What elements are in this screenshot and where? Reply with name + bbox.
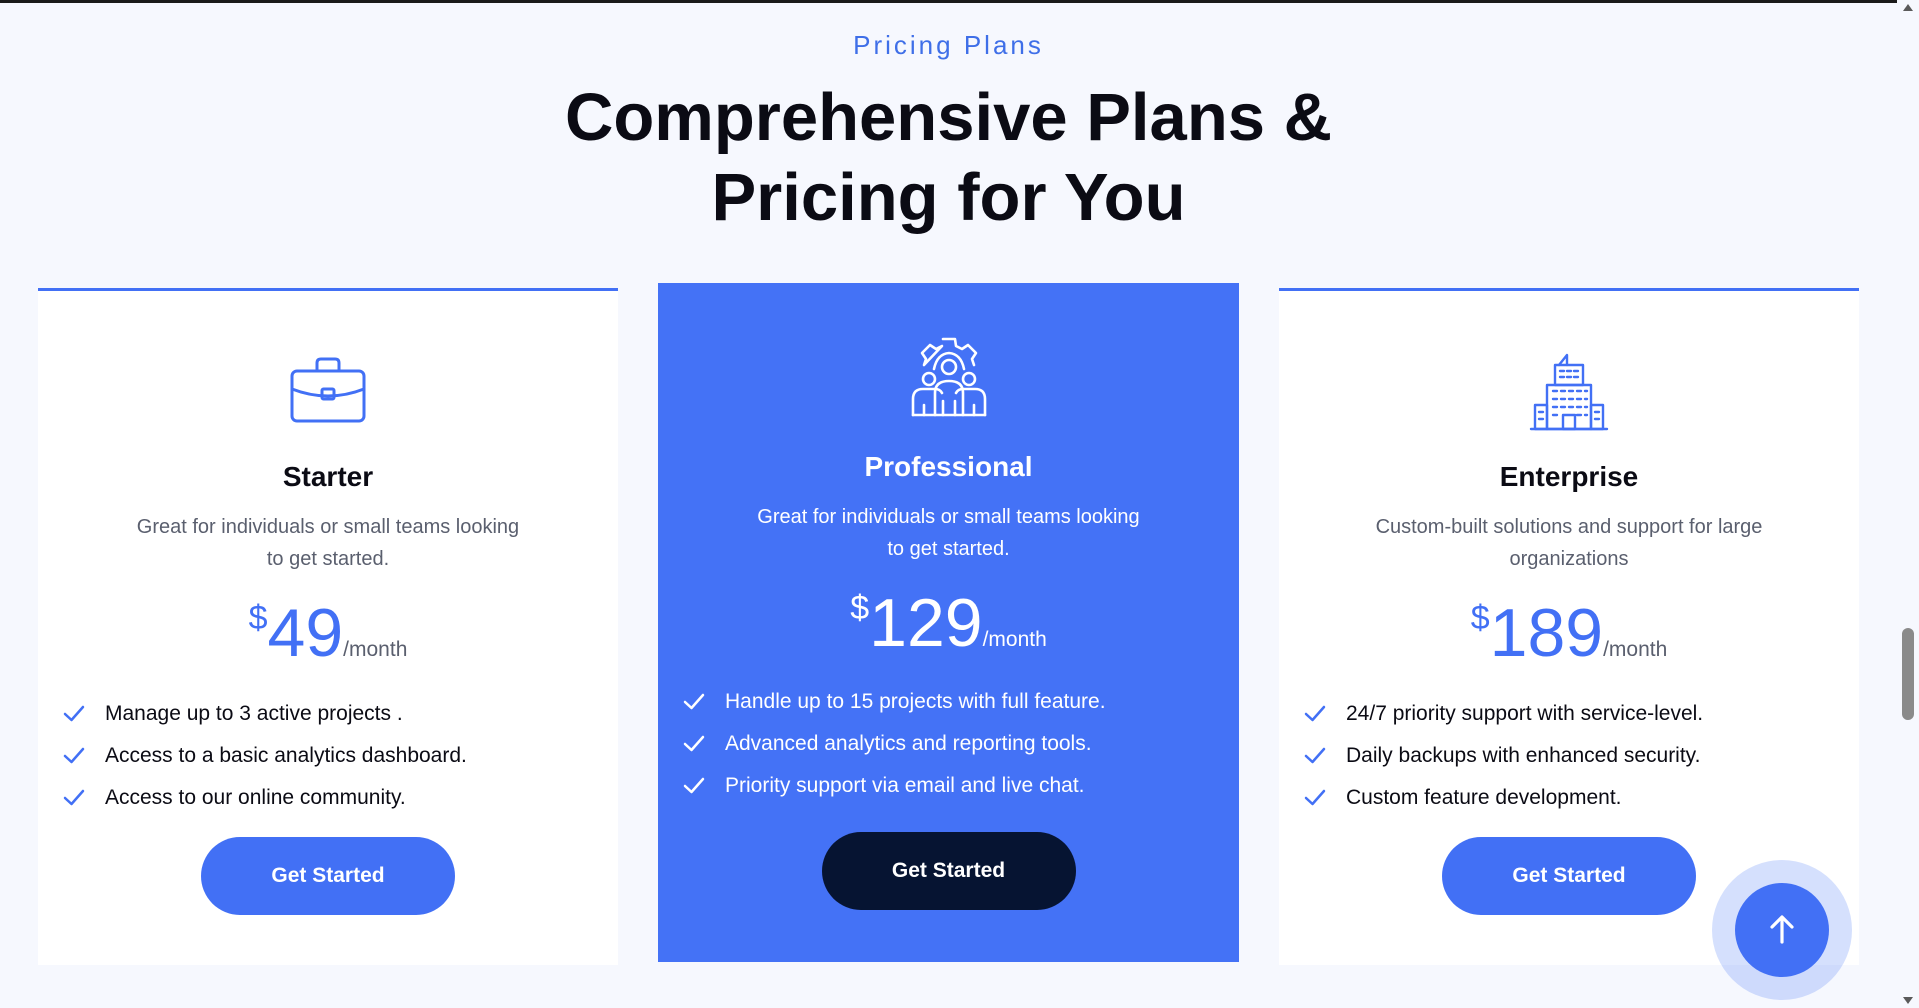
get-started-button-starter[interactable]: Get Started xyxy=(201,837,455,915)
plan-title: Professional xyxy=(864,451,1033,482)
feature-item: Priority support via email and live chat… xyxy=(683,765,1219,807)
get-started-button-enterprise[interactable]: Get Started xyxy=(1442,837,1696,915)
price-period: /month xyxy=(982,628,1047,651)
pricing-section: Pricing Plans Comprehensive Plans & Pric… xyxy=(0,0,1897,1008)
feature-text: Daily backups with enhanced security. xyxy=(1346,744,1701,767)
briefcase-icon xyxy=(290,357,366,423)
feature-list: 24/7 priority support with service-level… xyxy=(1304,693,1839,819)
feature-text: Access to a basic analytics dashboard. xyxy=(105,744,467,767)
heading-line-2: Pricing for You xyxy=(711,160,1186,235)
check-icon xyxy=(63,705,85,722)
feature-text: Custom feature development. xyxy=(1346,786,1622,809)
price-currency: $ xyxy=(248,599,268,637)
price-period: /month xyxy=(343,638,408,661)
scrollbar-thumb[interactable] xyxy=(1902,628,1914,720)
check-icon xyxy=(683,693,705,710)
plan-price: $189/month xyxy=(1279,593,1859,673)
price-currency: $ xyxy=(1470,599,1490,637)
feature-text: Manage up to 3 active projects . xyxy=(105,702,403,725)
plan-description: Custom-built solutions and support for l… xyxy=(1375,516,1763,570)
feature-item: Daily backups with enhanced security. xyxy=(1304,735,1839,777)
get-started-button-professional[interactable]: Get Started xyxy=(821,832,1076,910)
section-heading: Comprehensive Plans & Pricing for You xyxy=(0,78,1897,238)
feature-list: Manage up to 3 active projects . Access … xyxy=(63,693,598,819)
feature-text: Access to our online community. xyxy=(105,786,406,809)
feature-text: Advanced analytics and reporting tools. xyxy=(725,732,1092,755)
plan-description: Great for individuals or small teams loo… xyxy=(757,506,1140,560)
building-icon xyxy=(1529,353,1609,431)
feature-list: Handle up to 15 projects with full featu… xyxy=(683,681,1219,807)
price-currency: $ xyxy=(850,589,870,627)
feature-item: Access to our online community. xyxy=(63,777,598,819)
plan-card-starter: Starter Great for individuals or small t… xyxy=(38,288,618,965)
plan-description: Great for individuals or small teams loo… xyxy=(136,516,520,570)
arrow-up-icon xyxy=(1770,915,1794,944)
plan-title: Starter xyxy=(282,461,374,492)
heading-line-1: Comprehensive Plans & xyxy=(564,80,1333,155)
check-icon xyxy=(1304,789,1326,806)
plan-title: Enterprise xyxy=(1499,461,1639,492)
feature-text: Handle up to 15 projects with full featu… xyxy=(725,690,1106,713)
price-period: /month xyxy=(1603,638,1668,661)
check-icon xyxy=(1304,705,1326,722)
check-icon xyxy=(63,789,85,806)
feature-item: Handle up to 15 projects with full featu… xyxy=(683,681,1219,723)
plan-price: $129/month xyxy=(658,583,1239,663)
check-icon xyxy=(63,747,85,764)
feature-text: 24/7 priority support with service-level… xyxy=(1346,702,1704,725)
feature-item: 24/7 priority support with service-level… xyxy=(1304,693,1839,735)
plan-card-professional: Professional Great for individuals or sm… xyxy=(658,283,1239,962)
section-eyebrow: Pricing Plans xyxy=(853,30,1044,60)
scroll-down-arrow-icon[interactable] xyxy=(1903,997,1913,1004)
price-amount: 49 xyxy=(267,595,344,671)
price-amount: 129 xyxy=(869,585,983,661)
scroll-up-arrow-icon[interactable] xyxy=(1903,4,1913,11)
team-gear-icon xyxy=(911,337,986,417)
feature-item: Custom feature development. xyxy=(1304,777,1839,819)
feature-item: Advanced analytics and reporting tools. xyxy=(683,723,1219,765)
check-icon xyxy=(683,777,705,794)
scroll-to-top-button[interactable] xyxy=(1712,860,1852,1000)
vertical-scrollbar[interactable] xyxy=(1897,0,1919,1008)
feature-item: Manage up to 3 active projects . xyxy=(63,693,598,735)
scroll-to-top-inner[interactable] xyxy=(1735,883,1829,977)
price-amount: 189 xyxy=(1489,595,1604,671)
feature-item: Access to a basic analytics dashboard. xyxy=(63,735,598,777)
plan-price: $49/month xyxy=(38,593,618,673)
check-icon xyxy=(683,735,705,752)
check-icon xyxy=(1304,747,1326,764)
feature-text: Priority support via email and live chat… xyxy=(725,774,1085,797)
